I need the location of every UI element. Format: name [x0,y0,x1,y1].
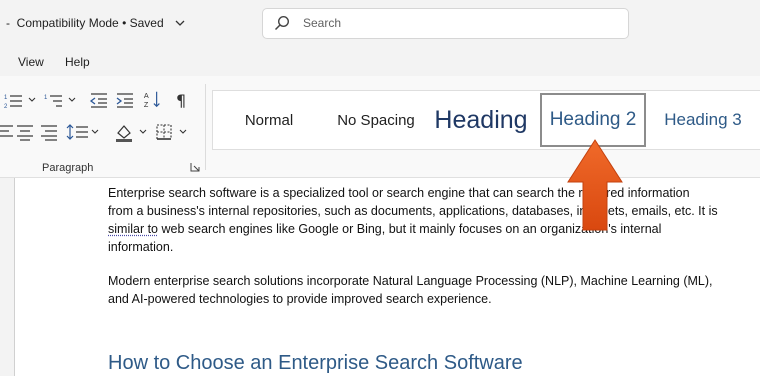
align-right-icon[interactable] [38,122,60,142]
style-heading-3[interactable]: Heading 3 [653,91,753,149]
sort-icon[interactable]: AZ [142,89,164,109]
svg-text:Z: Z [144,100,149,109]
save-status: Saved [129,16,164,30]
document-title[interactable]: - Compatibility Mode • Saved [6,16,164,30]
document-paragraph-1[interactable]: Enterprise search software is a speciali… [108,184,718,256]
title-prefix: - [6,16,10,30]
svg-text:2: 2 [4,104,8,110]
ribbon: 12 1 AZ ¶ Paragraph Normal No Spacing He… [0,76,760,178]
line-spacing-icon[interactable] [66,122,102,142]
dialog-launcher-icon[interactable] [190,162,200,172]
grammar-squiggle[interactable]: similar to [108,222,158,236]
search-icon [274,15,290,31]
style-no-spacing[interactable]: No Spacing [325,91,427,149]
styles-gallery: Normal No Spacing Heading Heading 2 Head… [212,90,760,150]
menu-view[interactable]: View [18,55,44,69]
ribbon-separator [205,84,206,170]
align-center-icon[interactable] [14,122,36,142]
menu-help[interactable]: Help [65,55,90,69]
orange-arrow-icon [567,139,623,231]
style-normal[interactable]: Normal [227,91,311,149]
document-heading[interactable]: How to Choose an Enterprise Search Softw… [108,352,523,375]
borders-icon[interactable] [154,122,190,142]
pilcrow-icon[interactable]: ¶ [172,90,194,110]
title-bar: - Compatibility Mode • Saved Search [0,0,760,46]
multilevel-list-icon[interactable]: 1 [42,90,78,110]
chevron-down-icon[interactable] [175,18,185,28]
style-heading[interactable]: Heading [431,91,531,149]
paragraph-group-label: Paragraph [42,162,94,174]
title-bullet: • [122,16,127,30]
decrease-indent-icon[interactable] [88,90,110,110]
numbering-icon[interactable]: 12 [2,90,38,110]
paragraph-1-text-a: Enterprise search software is a speciali… [108,186,718,218]
svg-text:¶: ¶ [176,91,186,110]
increase-indent-icon[interactable] [114,90,136,110]
menu-bar: View Help [0,46,760,76]
document-paragraph-2[interactable]: Modern enterprise search solutions incor… [108,272,718,308]
svg-text:A: A [144,91,149,100]
search-placeholder: Search [303,16,342,30]
svg-text:1: 1 [44,95,48,101]
shading-icon[interactable] [114,122,150,142]
compatibility-mode-label: Compatibility Mode [16,16,119,30]
svg-text:1: 1 [4,95,8,101]
